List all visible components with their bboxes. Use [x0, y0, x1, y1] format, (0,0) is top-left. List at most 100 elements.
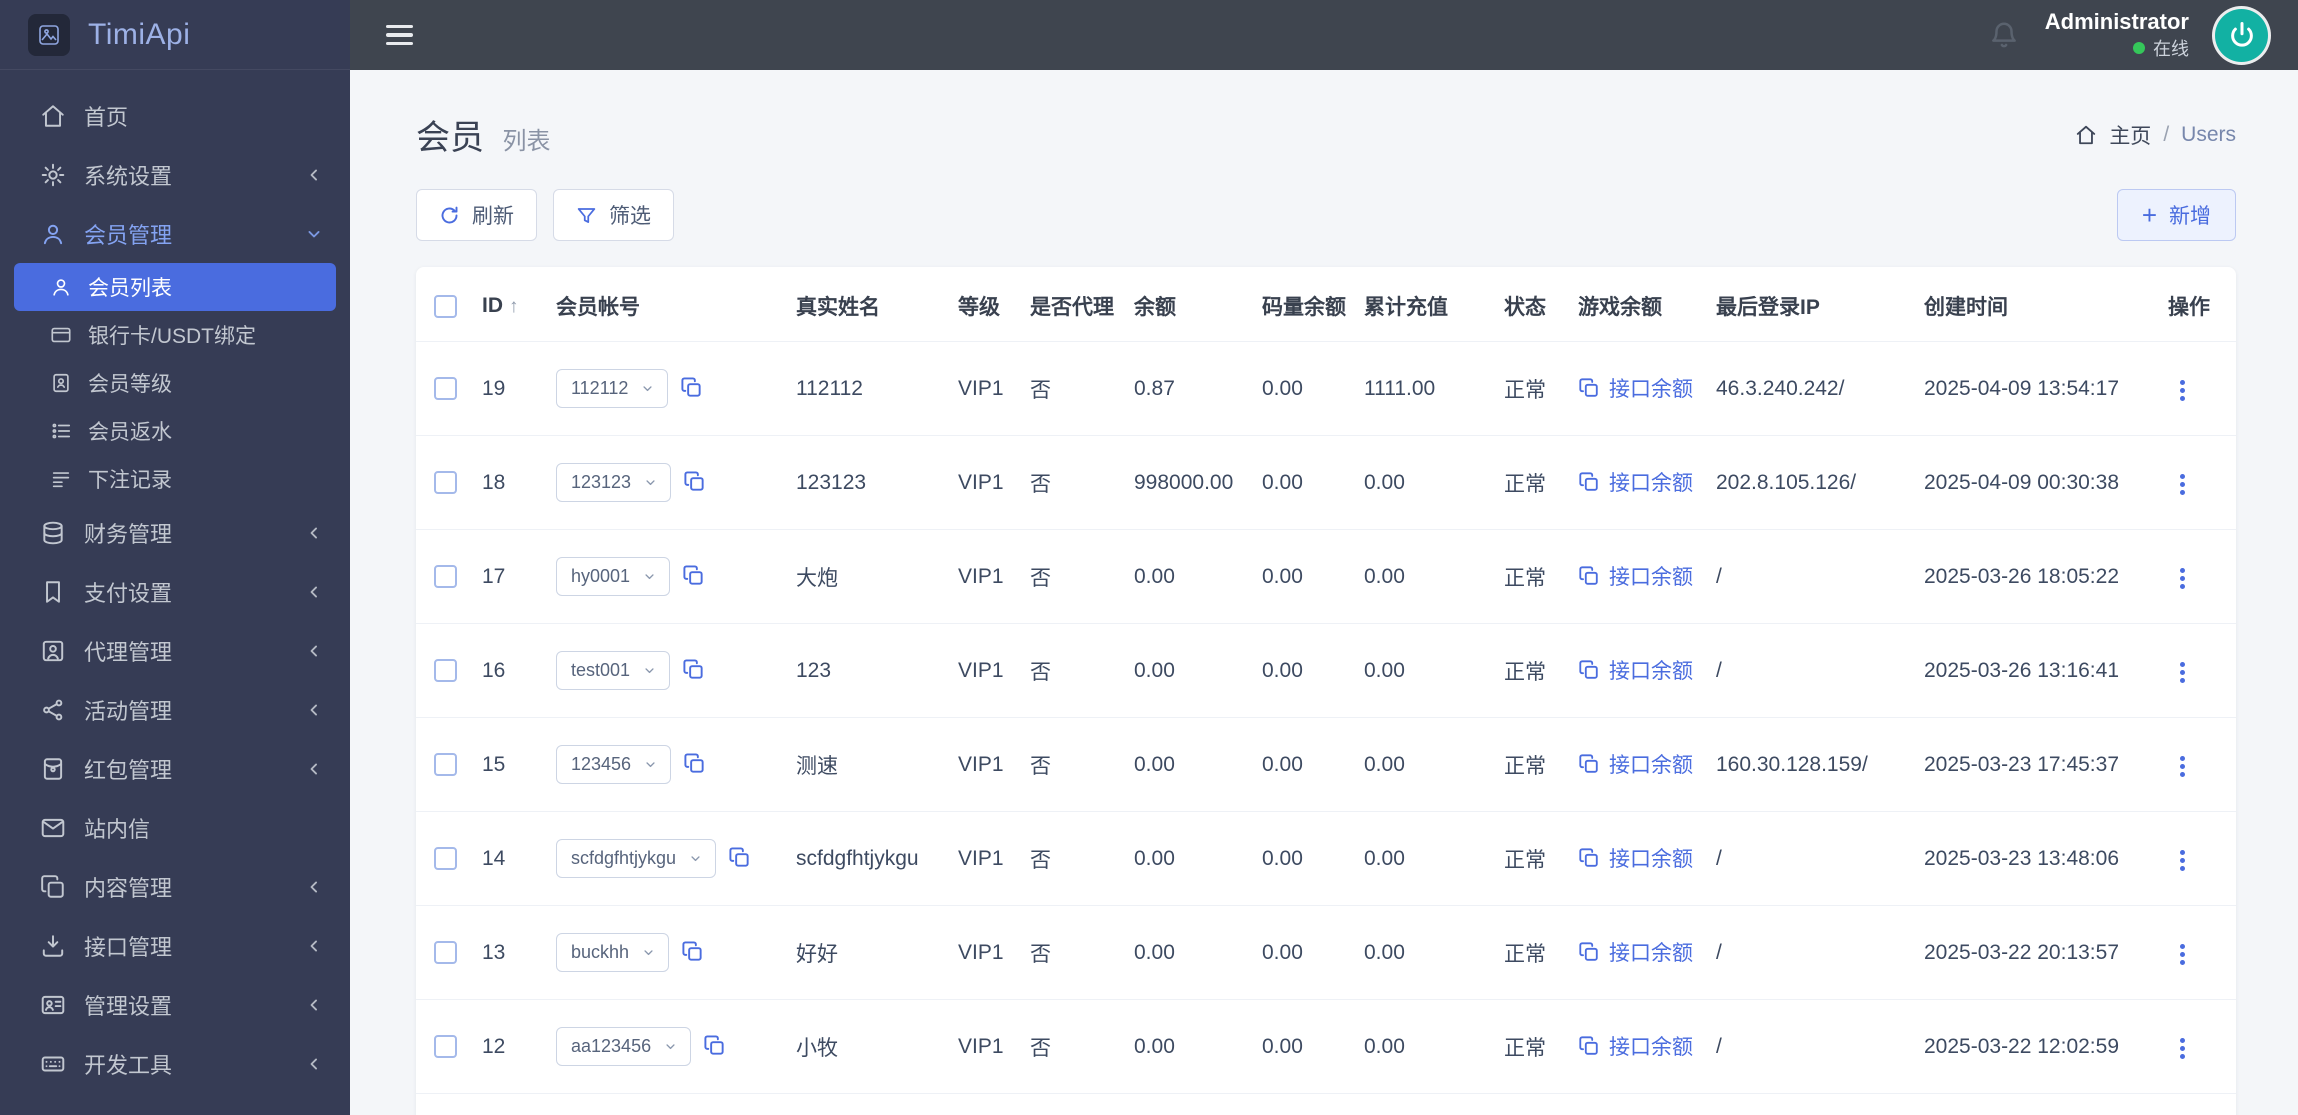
hamburger-icon: [386, 24, 413, 46]
kebab-menu-icon: [2180, 387, 2185, 393]
api-balance-button[interactable]: 接口余额: [1578, 467, 1693, 497]
account-select[interactable]: 123456: [556, 745, 672, 784]
api-balance-label: 接口余额: [1609, 377, 1693, 401]
sidebar-item-admin-settings[interactable]: 管理设置: [14, 975, 336, 1034]
row-checkbox[interactable]: [434, 753, 457, 777]
row-actions-button[interactable]: [2168, 754, 2197, 779]
row-checkbox[interactable]: [434, 847, 457, 871]
account-select[interactable]: aa123456: [556, 1027, 692, 1066]
sidebar-item-member-list[interactable]: 会员列表: [14, 263, 336, 311]
sidebar-item-api-management[interactable]: 接口管理: [14, 916, 336, 975]
api-balance-button[interactable]: 接口余额: [1578, 843, 1693, 873]
cell-select: [416, 623, 472, 718]
api-icon: [40, 933, 66, 959]
copy-account-button[interactable]: [682, 658, 705, 684]
cell-real-name: 大炮: [786, 529, 948, 624]
cell-status: 正常: [1494, 341, 1568, 436]
cell-actions: [2158, 717, 2236, 812]
api-balance-button[interactable]: 接口余额: [1578, 1031, 1693, 1061]
sidebar-item-home[interactable]: 首页: [14, 86, 336, 145]
select-all-checkbox[interactable]: [434, 294, 457, 318]
cell-select: [416, 529, 472, 624]
avatar[interactable]: [2215, 8, 2268, 62]
api-balance-button[interactable]: 接口余额: [1578, 561, 1693, 591]
copy-account-button[interactable]: [682, 564, 705, 590]
sidebar-item-payment-settings[interactable]: 支付设置: [14, 562, 336, 621]
copy-account-button[interactable]: [680, 376, 703, 402]
api-balance-label: 接口余额: [1609, 659, 1693, 683]
account-select[interactable]: 112112: [556, 369, 669, 408]
table-row: 15 123456 测速 VIP1 否 0.00 0.00 0.00 正常 接口余额 160.30.…: [416, 717, 2236, 812]
sidebar-item-finance-management[interactable]: 财务管理: [14, 503, 336, 562]
sidebar-item-bet-records[interactable]: 下注记录: [14, 455, 336, 503]
notifications-bell-button[interactable]: [1989, 20, 2019, 50]
breadcrumb-home-link[interactable]: 主页: [2109, 120, 2151, 150]
account-select[interactable]: buckhh: [556, 933, 670, 972]
copy-account-button[interactable]: [703, 1034, 726, 1060]
account-select[interactable]: hy0001: [556, 557, 671, 596]
row-checkbox[interactable]: [434, 1035, 457, 1059]
row-actions-button[interactable]: [2168, 472, 2197, 497]
row-actions-button[interactable]: [2168, 1036, 2197, 1061]
sidebar-item-member-level[interactable]: 会员等级: [14, 359, 336, 407]
column-header-total_recharge: 累计充值: [1354, 267, 1494, 342]
account-select[interactable]: 123123: [556, 463, 672, 502]
sidebar-item-member-management[interactable]: 会员管理: [14, 204, 336, 263]
cell-last-login-ip: /: [1706, 905, 1914, 1000]
sidebar-item-system-settings[interactable]: 系统设置: [14, 145, 336, 204]
row-checkbox[interactable]: [434, 565, 457, 589]
hamburger-menu-button[interactable]: [380, 14, 419, 57]
cell-game-balance: 接口余额: [1568, 999, 1706, 1094]
api-balance-button[interactable]: 接口余额: [1578, 655, 1693, 685]
column-label: ID: [482, 294, 503, 317]
column-header-id[interactable]: ID ↑: [472, 267, 546, 342]
account-select[interactable]: scfdgfhtjykgu: [556, 839, 717, 878]
row-actions-button[interactable]: [2168, 848, 2197, 873]
sidebar-item-member-rebate[interactable]: 会员返水: [14, 407, 336, 455]
row-checkbox[interactable]: [434, 659, 457, 683]
sidebar-item-content-management[interactable]: 内容管理: [14, 857, 336, 916]
cell-is-agent: 否: [1020, 1093, 1124, 1115]
column-header-created_at: 创建时间: [1914, 267, 2158, 342]
account-select[interactable]: test001: [556, 651, 671, 690]
brand-logo-icon: [28, 13, 70, 56]
copy-account-button[interactable]: [683, 470, 706, 496]
row-checkbox[interactable]: [434, 471, 457, 495]
kebab-menu-icon: [2180, 481, 2185, 487]
row-actions-button[interactable]: [2168, 660, 2197, 685]
copy-account-button[interactable]: [683, 752, 706, 778]
sidebar-item-activity-management[interactable]: 活动管理: [14, 680, 336, 739]
cell-select: [416, 717, 472, 812]
sidebar-item-bank-card-usdt-binding[interactable]: 银行卡/USDT绑定: [14, 311, 336, 359]
kebab-menu-icon: [2180, 1045, 2185, 1051]
filter-button[interactable]: 筛选: [553, 189, 674, 241]
api-balance-button[interactable]: 接口余额: [1578, 749, 1693, 779]
copy-icon: [1578, 659, 1600, 681]
column-header-game_balance: 游戏余额: [1568, 267, 1706, 342]
sidebar-item-red-packet-management[interactable]: 红包管理: [14, 739, 336, 798]
cell-created-at: 2025-03-26 18:05:22: [1914, 529, 2158, 624]
breadcrumb-current: Users: [2181, 122, 2236, 146]
cell-code-balance: 0.00: [1252, 905, 1354, 1000]
copy-account-button[interactable]: [728, 846, 751, 872]
row-actions-button[interactable]: [2168, 566, 2197, 591]
members-table-card: ID ↑ 会员帐号 真实姓名 等级 是否代理 余额 码量余额 累计充值 状态 游戏余额 最后登录IP 创…: [416, 267, 2236, 1115]
copy-icon: [1578, 753, 1600, 775]
cell-account: buckhh: [546, 905, 786, 1000]
row-checkbox[interactable]: [434, 377, 457, 401]
row-actions-button[interactable]: [2168, 942, 2197, 967]
cell-game-balance: 接口余额: [1568, 1093, 1706, 1115]
cell-created-at: 2025-03-23 17:45:37: [1914, 717, 2158, 812]
sidebar-item-site-mail[interactable]: 站内信: [14, 798, 336, 857]
sidebar-item-dev-tools[interactable]: 开发工具: [14, 1034, 336, 1093]
copy-account-button[interactable]: [681, 940, 704, 966]
api-balance-button[interactable]: 接口余额: [1578, 373, 1693, 403]
refresh-button[interactable]: 刷新: [416, 189, 537, 241]
brand[interactable]: TimiApi: [0, 0, 350, 70]
cell-actions: [2158, 341, 2236, 436]
api-balance-button[interactable]: 接口余额: [1578, 937, 1693, 967]
row-checkbox[interactable]: [434, 941, 457, 965]
sidebar-item-agent-management[interactable]: 代理管理: [14, 621, 336, 680]
row-actions-button[interactable]: [2168, 378, 2197, 403]
add-button[interactable]: + 新增: [2116, 189, 2236, 241]
